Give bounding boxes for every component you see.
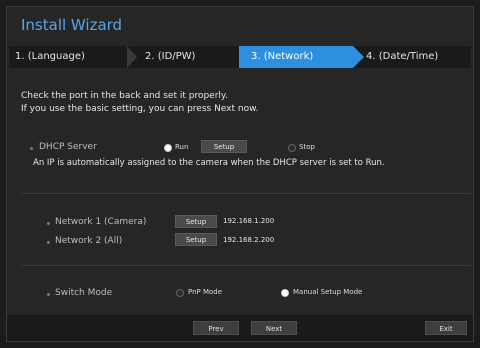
step-language: 1. (Language) xyxy=(15,46,125,68)
dhcp-stop-radio[interactable] xyxy=(288,144,296,152)
dhcp-server-label: DHCP Server xyxy=(39,142,97,152)
bullet-icon xyxy=(47,293,50,296)
bullet-icon xyxy=(47,222,50,225)
instruction-line-2: If you use the basic setting, you can pr… xyxy=(21,104,259,114)
divider xyxy=(21,193,471,194)
dhcp-note: An IP is automatically assigned to the c… xyxy=(33,158,385,168)
step-id-pw-label: 2. (ID/PW) xyxy=(145,51,196,62)
window-title: Install Wizard xyxy=(21,16,123,34)
pnp-mode-radio[interactable] xyxy=(176,289,184,297)
dhcp-stop-label: Stop xyxy=(299,143,315,151)
step-language-label: 1. (Language) xyxy=(15,51,85,62)
step-separator xyxy=(127,46,137,68)
step-date-time: 4. (Date/Time) xyxy=(366,46,466,68)
wizard-footer: Prev Next Exit xyxy=(7,315,473,341)
next-button[interactable]: Next xyxy=(251,321,297,335)
switch-mode-label: Switch Mode xyxy=(55,288,113,298)
manual-setup-mode-label: Manual Setup Mode xyxy=(293,288,363,296)
network-1-label: Network 1 (Camera) xyxy=(55,217,147,227)
exit-button[interactable]: Exit xyxy=(425,321,467,335)
network-2-label: Network 2 (All) xyxy=(55,236,123,246)
step-network: 3. (Network) xyxy=(239,46,364,68)
step-active-arrow xyxy=(353,46,364,68)
network-2-ip: 192.168.2.200 xyxy=(223,236,275,244)
step-id-pw: 2. (ID/PW) xyxy=(145,46,235,68)
install-wizard-window: Install Wizard 1. (Language) 2. (ID/PW) … xyxy=(6,6,474,342)
network-1-ip: 192.168.1.200 xyxy=(223,217,275,225)
network-1-setup-button[interactable]: Setup xyxy=(175,215,217,228)
step-network-label: 3. (Network) xyxy=(251,51,314,62)
pnp-mode-label: PnP Mode xyxy=(188,288,223,296)
divider xyxy=(21,265,471,266)
dhcp-setup-button[interactable]: Setup xyxy=(201,140,247,153)
instruction-line-1: Check the port in the back and set it pr… xyxy=(21,91,228,101)
bullet-icon xyxy=(47,241,50,244)
manual-setup-mode-radio[interactable] xyxy=(281,289,289,297)
prev-button[interactable]: Prev xyxy=(193,321,239,335)
dhcp-run-label: Run xyxy=(175,143,189,151)
step-date-time-label: 4. (Date/Time) xyxy=(366,51,439,62)
dhcp-run-radio[interactable] xyxy=(164,144,172,152)
network-2-setup-button[interactable]: Setup xyxy=(175,233,217,246)
bullet-icon xyxy=(30,147,33,150)
wizard-steps: 1. (Language) 2. (ID/PW) 3. (Network) 4.… xyxy=(9,46,471,68)
